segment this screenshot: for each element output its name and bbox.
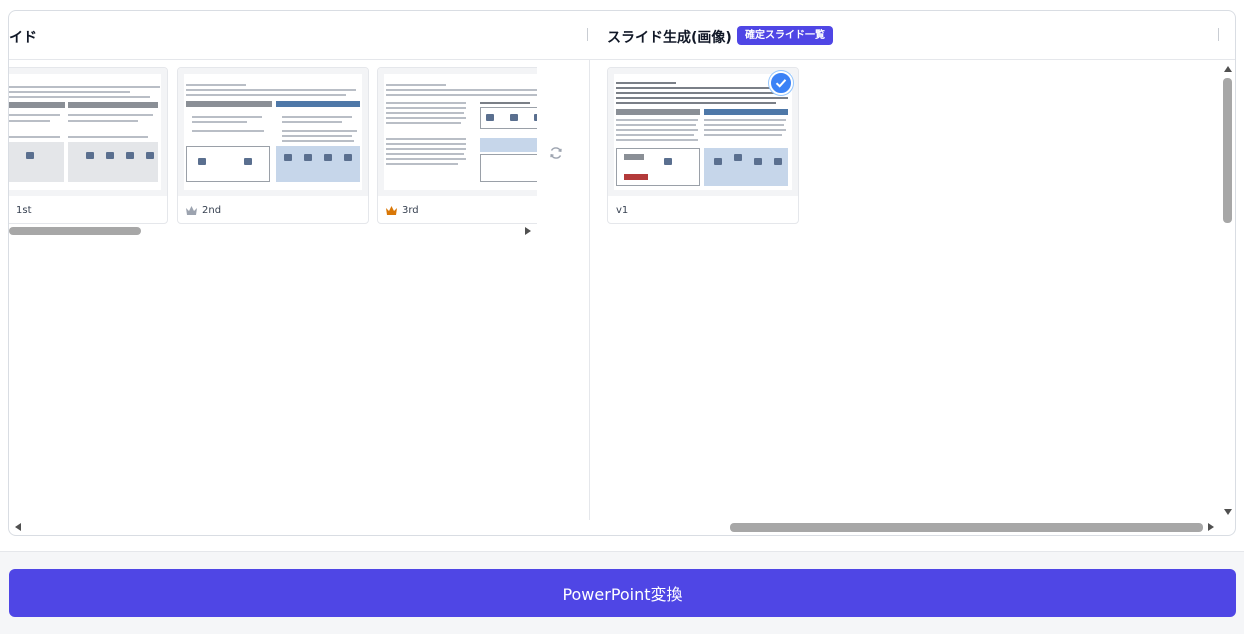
card-rank: 1st xyxy=(16,205,32,216)
horizontal-scroll-left-arrow[interactable] xyxy=(15,523,21,531)
column-divider xyxy=(589,60,590,520)
left-scroll-right-arrow[interactable] xyxy=(525,227,531,235)
slide-compare-panel: スライド スライド生成(画像) 確定スライド一覧 xyxy=(8,10,1236,536)
slide-preview xyxy=(9,74,161,190)
left-horizontal-scrollbar-thumb[interactable] xyxy=(9,227,141,235)
slide-preview xyxy=(614,74,792,190)
slide-card-1st[interactable]: 1st xyxy=(9,67,168,224)
panel-header: スライド スライド生成(画像) 確定スライド一覧 xyxy=(9,11,1235,60)
left-panel-mask xyxy=(537,61,589,231)
left-column-title: スライド xyxy=(9,30,37,46)
confirmed-slides-badge[interactable]: 確定スライド一覧 xyxy=(737,26,833,45)
card-version: v1 xyxy=(616,205,629,216)
header-separator-right xyxy=(1218,28,1219,41)
card-rank: 2nd xyxy=(202,205,222,216)
vertical-scroll-down-arrow[interactable] xyxy=(1224,509,1232,515)
crown-icon xyxy=(386,206,397,215)
crown-icon xyxy=(186,206,197,215)
header-separator xyxy=(587,28,588,41)
card-label: 1st xyxy=(16,205,32,216)
card-label: 2nd xyxy=(186,205,221,216)
slide-card-2nd[interactable]: 2nd xyxy=(177,67,369,224)
card-rank: 3rd xyxy=(402,205,419,216)
horizontal-scrollbar-thumb[interactable] xyxy=(730,523,1203,532)
horizontal-scroll-right-arrow[interactable] xyxy=(1208,523,1214,531)
card-label: v1 xyxy=(616,205,628,216)
slide-preview xyxy=(184,74,362,190)
slide-thumbnail xyxy=(178,68,368,196)
refresh-icon[interactable] xyxy=(549,146,563,160)
panel-viewport: スライド スライド生成(画像) 確定スライド一覧 xyxy=(9,11,1235,535)
right-column-title: スライド生成(画像) xyxy=(607,30,732,46)
powerpoint-convert-button[interactable]: PowerPoint変換 xyxy=(9,569,1236,617)
selected-check-icon[interactable] xyxy=(769,71,793,95)
vertical-scrollbar-thumb[interactable] xyxy=(1223,78,1232,223)
card-label: 3rd xyxy=(386,205,419,216)
slide-thumbnail xyxy=(9,68,167,196)
vertical-scroll-up-arrow[interactable] xyxy=(1224,66,1232,72)
